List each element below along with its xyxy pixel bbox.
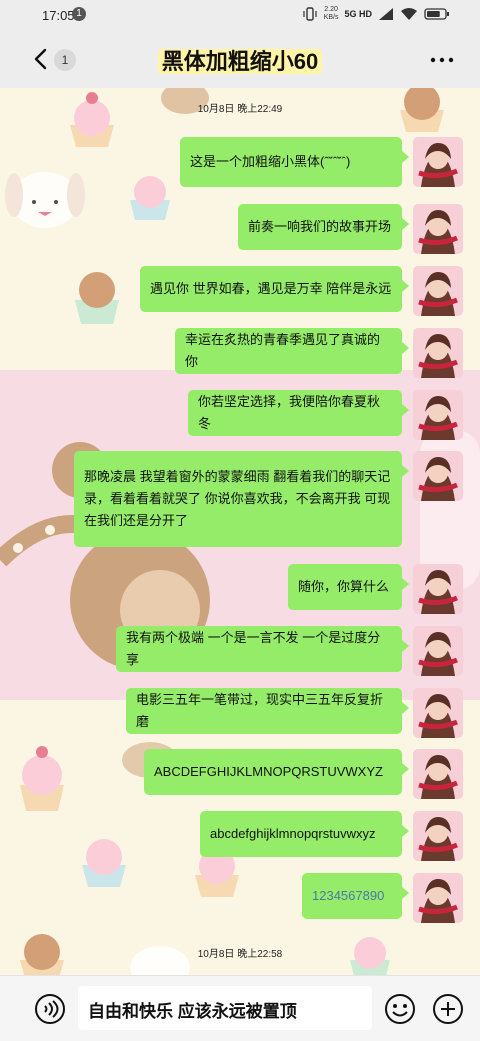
bubble-tail [402, 887, 409, 899]
signal-icon [379, 8, 393, 20]
avatar[interactable] [413, 564, 463, 614]
avatar[interactable] [413, 390, 463, 440]
vibrate-icon [303, 7, 317, 21]
bubble-tail [402, 763, 409, 775]
message-text: 前奏一响我们的故事开场 [248, 219, 392, 234]
emoji-icon[interactable] [384, 993, 416, 1025]
notification-count-badge: 1 [72, 7, 86, 21]
message-text: 那晚凌晨 我望着窗外的蒙蒙细雨 翻看着我们的聊天记录，看着看着就哭了 你说你喜欢… [84, 469, 391, 528]
message-text: 幸运在炙热的青春季遇见了真诚的你 [185, 332, 381, 369]
network-speed-unit: KB/s [323, 14, 339, 21]
voice-icon[interactable] [34, 993, 66, 1025]
bubble-tail [402, 640, 409, 652]
message-bubble[interactable]: 幸运在炙热的青春季遇见了真诚的你 [175, 328, 409, 374]
avatar[interactable] [413, 137, 463, 187]
message-text: 你若坚定选择，我便陪你春夏秋冬 [198, 394, 381, 431]
avatar[interactable] [413, 749, 463, 799]
message-bubble[interactable]: 你若坚定选择，我便陪你春夏秋冬 [188, 390, 409, 436]
avatar[interactable] [413, 811, 463, 861]
chat-header: 1 黑体加粗缩小60 [0, 30, 480, 88]
message-text: 遇见你 世界如春，遇见是万幸 陪伴是永远 [150, 281, 392, 296]
chat-title: 黑体加粗缩小60 [0, 44, 480, 76]
bubble-tail [402, 404, 409, 416]
status-bar: 17:05 1 2.20 KB/s 5G HD [0, 0, 480, 30]
avatar[interactable] [413, 688, 463, 738]
plus-icon[interactable] [432, 993, 464, 1025]
status-time: 17:05 [42, 8, 75, 23]
bubble-tail [402, 342, 409, 354]
message-bubble[interactable]: ABCDEFGHIJKLMNOPQRSTUVWXYZ [144, 749, 409, 795]
bubble-tail [402, 825, 409, 837]
message-text: 1234567890 [312, 888, 385, 903]
message-text: 随你，你算什么 [298, 579, 390, 594]
avatar[interactable] [413, 626, 463, 676]
network-type: 5G HD [344, 8, 372, 19]
message-text: ABCDEFGHIJKLMNOPQRSTUVWXYZ [154, 764, 383, 779]
message-bubble[interactable]: 前奏一响我们的故事开场 [238, 204, 409, 250]
input-bar: 自由和快乐 应该永远被置顶 [0, 975, 480, 1041]
message-bubble[interactable]: 我有两个极端 一个是一言不发 一个是过度分享 [116, 626, 409, 672]
bubble-tail [402, 151, 409, 163]
bubble-tail [402, 280, 409, 292]
avatar[interactable] [413, 204, 463, 254]
message-text: 电影三五年一笔带过，现实中三五年反复折磨 [136, 692, 384, 729]
avatar[interactable] [413, 328, 463, 378]
network-speed-value: 2.20 [324, 6, 338, 13]
message-input[interactable]: 自由和快乐 应该永远被置顶 [78, 986, 372, 1030]
more-dots-icon[interactable] [430, 50, 454, 70]
message-text: 这是一个加粗缩小黑体(ˆ˘ˆ˘ˆ) [190, 154, 351, 169]
battery-icon [424, 8, 449, 20]
avatar[interactable] [413, 266, 463, 316]
bubble-tail [402, 465, 409, 477]
message-bubble[interactable]: 随你，你算什么 [288, 564, 409, 610]
message-bubble[interactable]: 1234567890 [302, 873, 409, 919]
message-bubble[interactable]: 遇见你 世界如春，遇见是万幸 陪伴是永远 [140, 266, 409, 312]
message-bubble[interactable]: 电影三五年一笔带过，现实中三五年反复折磨 [126, 688, 409, 734]
bubble-tail [402, 702, 409, 714]
network-speed: 2.20 KB/s [324, 6, 339, 22]
message-bubble[interactable]: abcdefghijklmnopqrstuvwxyz [200, 811, 409, 857]
message-text: 我有两个极端 一个是一言不发 一个是过度分享 [126, 630, 381, 667]
chat-title-text: 黑体加粗缩小60 [157, 49, 323, 74]
battery-level-fill [427, 11, 440, 17]
timestamp: 10月8日 晚上22:58 [197, 949, 283, 960]
bubble-tail [402, 578, 409, 590]
avatar[interactable] [413, 873, 463, 923]
bubble-tail [402, 218, 409, 230]
message-bubble[interactable]: 这是一个加粗缩小黑体(ˆ˘ˆ˘ˆ) [180, 137, 409, 187]
message-bubble[interactable]: 那晚凌晨 我望着窗外的蒙蒙细雨 翻看着我们的聊天记录，看着看着就哭了 你说你喜欢… [74, 451, 409, 547]
timestamp: 10月8日 晚上22:49 [197, 104, 283, 115]
avatar[interactable] [413, 451, 463, 501]
wifi-icon [401, 8, 417, 20]
message-text: abcdefghijklmnopqrstuvwxyz [210, 826, 376, 841]
